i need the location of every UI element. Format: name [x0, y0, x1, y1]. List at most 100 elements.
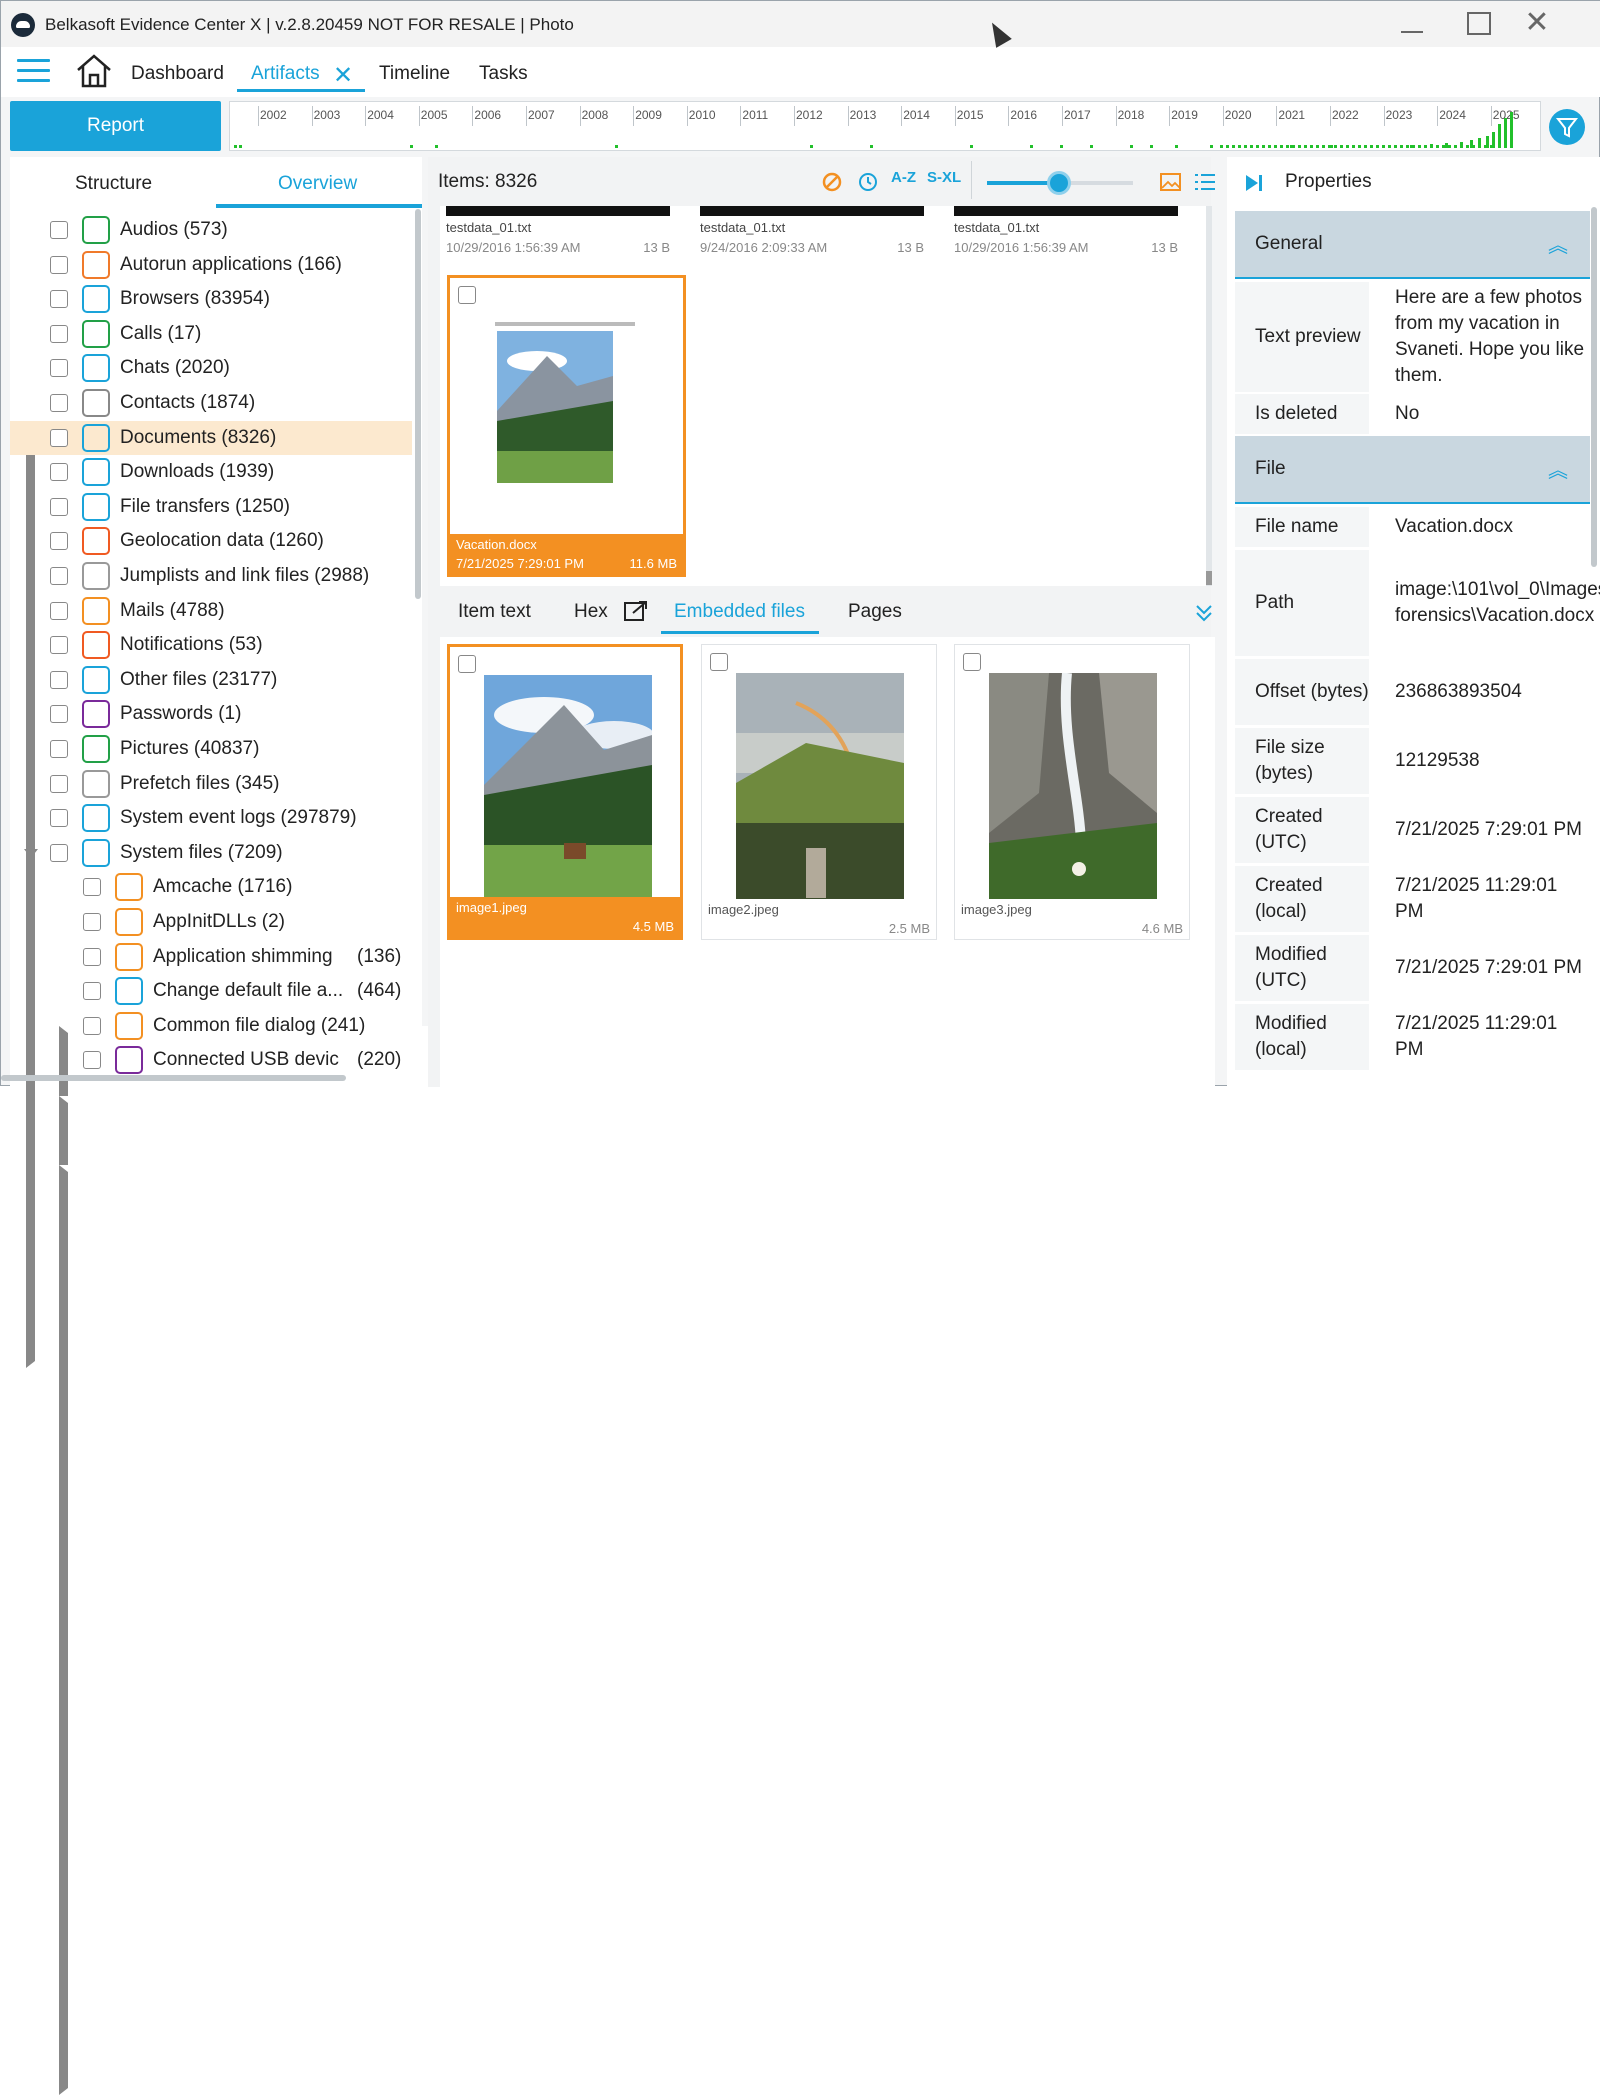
tree-checkbox[interactable]	[83, 913, 101, 931]
tab-tasks[interactable]: Tasks	[479, 63, 528, 85]
tree-item[interactable]: Mails (4788)	[10, 594, 412, 628]
tree-item[interactable]: Other files (23177)	[10, 663, 412, 697]
tree-item[interactable]: Geolocation data (1260)	[10, 524, 412, 558]
sort-by-date-icon[interactable]	[857, 171, 881, 193]
tab-dashboard[interactable]: Dashboard	[131, 63, 224, 85]
tree-checkbox[interactable]	[50, 705, 68, 724]
collapse-properties-icon[interactable]	[1244, 173, 1264, 193]
tree-item[interactable]: Pictures (40837)	[10, 732, 412, 766]
tree-checkbox[interactable]	[50, 394, 68, 412]
tree-checkbox[interactable]	[50, 463, 68, 482]
tab-structure[interactable]: Structure	[75, 173, 152, 195]
tree-checkbox[interactable]	[83, 878, 101, 897]
maximize-button[interactable]	[1459, 9, 1495, 39]
tab-hex[interactable]: Hex	[574, 601, 608, 623]
tree-item[interactable]: Autorun applications (166)	[10, 248, 412, 282]
tree-item[interactable]: Jumplists and link files (2988)	[10, 559, 412, 593]
tree-item[interactable]: Common file dialog (241)	[10, 1009, 433, 2095]
tree-checkbox[interactable]	[83, 947, 101, 966]
list-view-icon[interactable]	[1193, 171, 1217, 193]
sort-size-icon[interactable]: S-XL	[927, 169, 961, 186]
tree-checkbox[interactable]	[50, 359, 68, 378]
tab-embedded-files[interactable]: Embedded files	[674, 601, 805, 623]
tab-pages[interactable]: Pages	[848, 601, 902, 623]
embedded-file-card[interactable]: image1.jpeg 4.5 MB	[447, 644, 683, 940]
change-default-icon	[115, 977, 143, 1006]
section-general[interactable]: General ︽	[1235, 211, 1590, 279]
tree-checkbox[interactable]	[83, 1016, 101, 1035]
tree-checkbox[interactable]	[50, 843, 68, 862]
tree-checkbox[interactable]	[50, 809, 68, 828]
tree-checkbox[interactable]	[50, 428, 68, 447]
tree-item[interactable]: AppInitDLLs (2)	[10, 905, 412, 939]
open-external-icon[interactable]	[623, 599, 649, 623]
item-checkbox[interactable]	[710, 653, 728, 671]
expand-arrow-icon[interactable]	[59, 1164, 433, 2095]
item-checkbox[interactable]	[458, 286, 476, 304]
tree-item[interactable]: Calls (17)	[10, 317, 412, 351]
tab-overview[interactable]: Overview	[278, 173, 357, 195]
tree-item[interactable]: Prefetch files (345)	[10, 767, 412, 801]
item-checkbox[interactable]	[458, 655, 476, 673]
report-button[interactable]: Report	[10, 101, 221, 151]
tree-item[interactable]: Amcache (1716)	[10, 870, 433, 1957]
filter-icon[interactable]	[1549, 109, 1585, 145]
sort-a-z-icon[interactable]: A-Z	[891, 169, 916, 186]
tree-checkbox[interactable]	[50, 255, 68, 274]
tree-item[interactable]: Audios (573)	[10, 213, 412, 247]
collapse-arrow-icon[interactable]	[24, 848, 38, 858]
timeline-strip[interactable]: 2002 2003 2004 2005 2006 2007 2008 2009 2010 2011…	[229, 101, 1541, 151]
chevron-up-icon[interactable]: ︽	[1548, 454, 1568, 483]
tree-checkbox[interactable]	[50, 774, 68, 793]
tree-item[interactable]: Connected USB devic (220)	[10, 1043, 412, 1077]
tree-item[interactable]: Notifications (53)	[10, 628, 412, 662]
section-file[interactable]: File ︽	[1235, 436, 1590, 504]
minimize-button[interactable]	[1393, 9, 1429, 39]
tree-checkbox[interactable]	[83, 982, 101, 1001]
close-tab-icon[interactable]: ✕	[333, 61, 353, 90]
tree-item[interactable]: Chats (2020)	[10, 351, 412, 385]
tree-checkbox[interactable]	[50, 221, 68, 239]
menu-icon[interactable]	[17, 59, 50, 83]
tree-item[interactable]: System files (7209)	[10, 836, 412, 870]
property-row: Created (UTC) 7/21/2025 7:29:01 PM	[1235, 797, 1590, 863]
tree-checkbox[interactable]	[50, 567, 68, 585]
embedded-file-card[interactable]: image2.jpeg 2.5 MB	[701, 644, 937, 940]
properties-scrollbar[interactable]	[1591, 207, 1597, 567]
tree-item[interactable]: File transfers (1250)	[10, 490, 412, 524]
tree-horizontal-scrollbar[interactable]	[1, 1075, 346, 1081]
tree-item[interactable]: Passwords (1)	[10, 697, 412, 731]
home-icon[interactable]	[75, 53, 113, 89]
selected-document-card[interactable]: Vacation.docx 7/21/2025 7:29:01 PM 11.6 …	[447, 275, 686, 577]
thumbnail-size-slider-thumb[interactable]	[1047, 171, 1071, 195]
tree-checkbox[interactable]	[83, 1051, 101, 1070]
tree-checkbox[interactable]	[50, 636, 68, 655]
tree-item[interactable]: Change default file a... (464)	[10, 974, 412, 1008]
tree-checkbox[interactable]	[50, 601, 68, 620]
tree-item[interactable]: Browsers (83954)	[10, 282, 412, 1369]
tree-item[interactable]: Application shimming (136)	[10, 940, 433, 2026]
tree-checkbox[interactable]	[50, 497, 68, 516]
collapse-panel-icon[interactable]	[1195, 603, 1213, 623]
grid-scrollbar[interactable]	[1206, 206, 1212, 586]
close-window-button[interactable]: ✕	[1519, 8, 1555, 39]
tree-checkbox[interactable]	[50, 324, 68, 343]
tree-checkbox[interactable]	[50, 290, 68, 309]
thumbnail-view-icon[interactable]	[1159, 171, 1183, 193]
tree-checkbox[interactable]	[50, 740, 68, 758]
tree-item[interactable]: System event logs (297879)	[10, 801, 412, 835]
tree-item[interactable]: Contacts (1874)	[10, 386, 412, 420]
tree-scrollbar[interactable]	[415, 209, 421, 599]
chevron-up-icon[interactable]: ︽	[1548, 229, 1568, 258]
tree-item[interactable]: Documents (8326)	[10, 420, 412, 455]
tab-item-text[interactable]: Item text	[458, 601, 531, 623]
tree-checkbox[interactable]	[50, 670, 68, 689]
item-checkbox[interactable]	[963, 653, 981, 671]
tree-checkbox[interactable]	[50, 532, 68, 551]
tab-timeline[interactable]: Timeline	[379, 63, 450, 85]
tab-artifacts[interactable]: Artifacts	[251, 63, 320, 85]
tree-item[interactable]: Downloads (1939)	[10, 455, 412, 489]
hide-deleted-icon[interactable]	[821, 171, 843, 193]
timeline-tick	[1062, 106, 1063, 126]
embedded-file-card[interactable]: image3.jpeg 4.6 MB	[954, 644, 1190, 940]
